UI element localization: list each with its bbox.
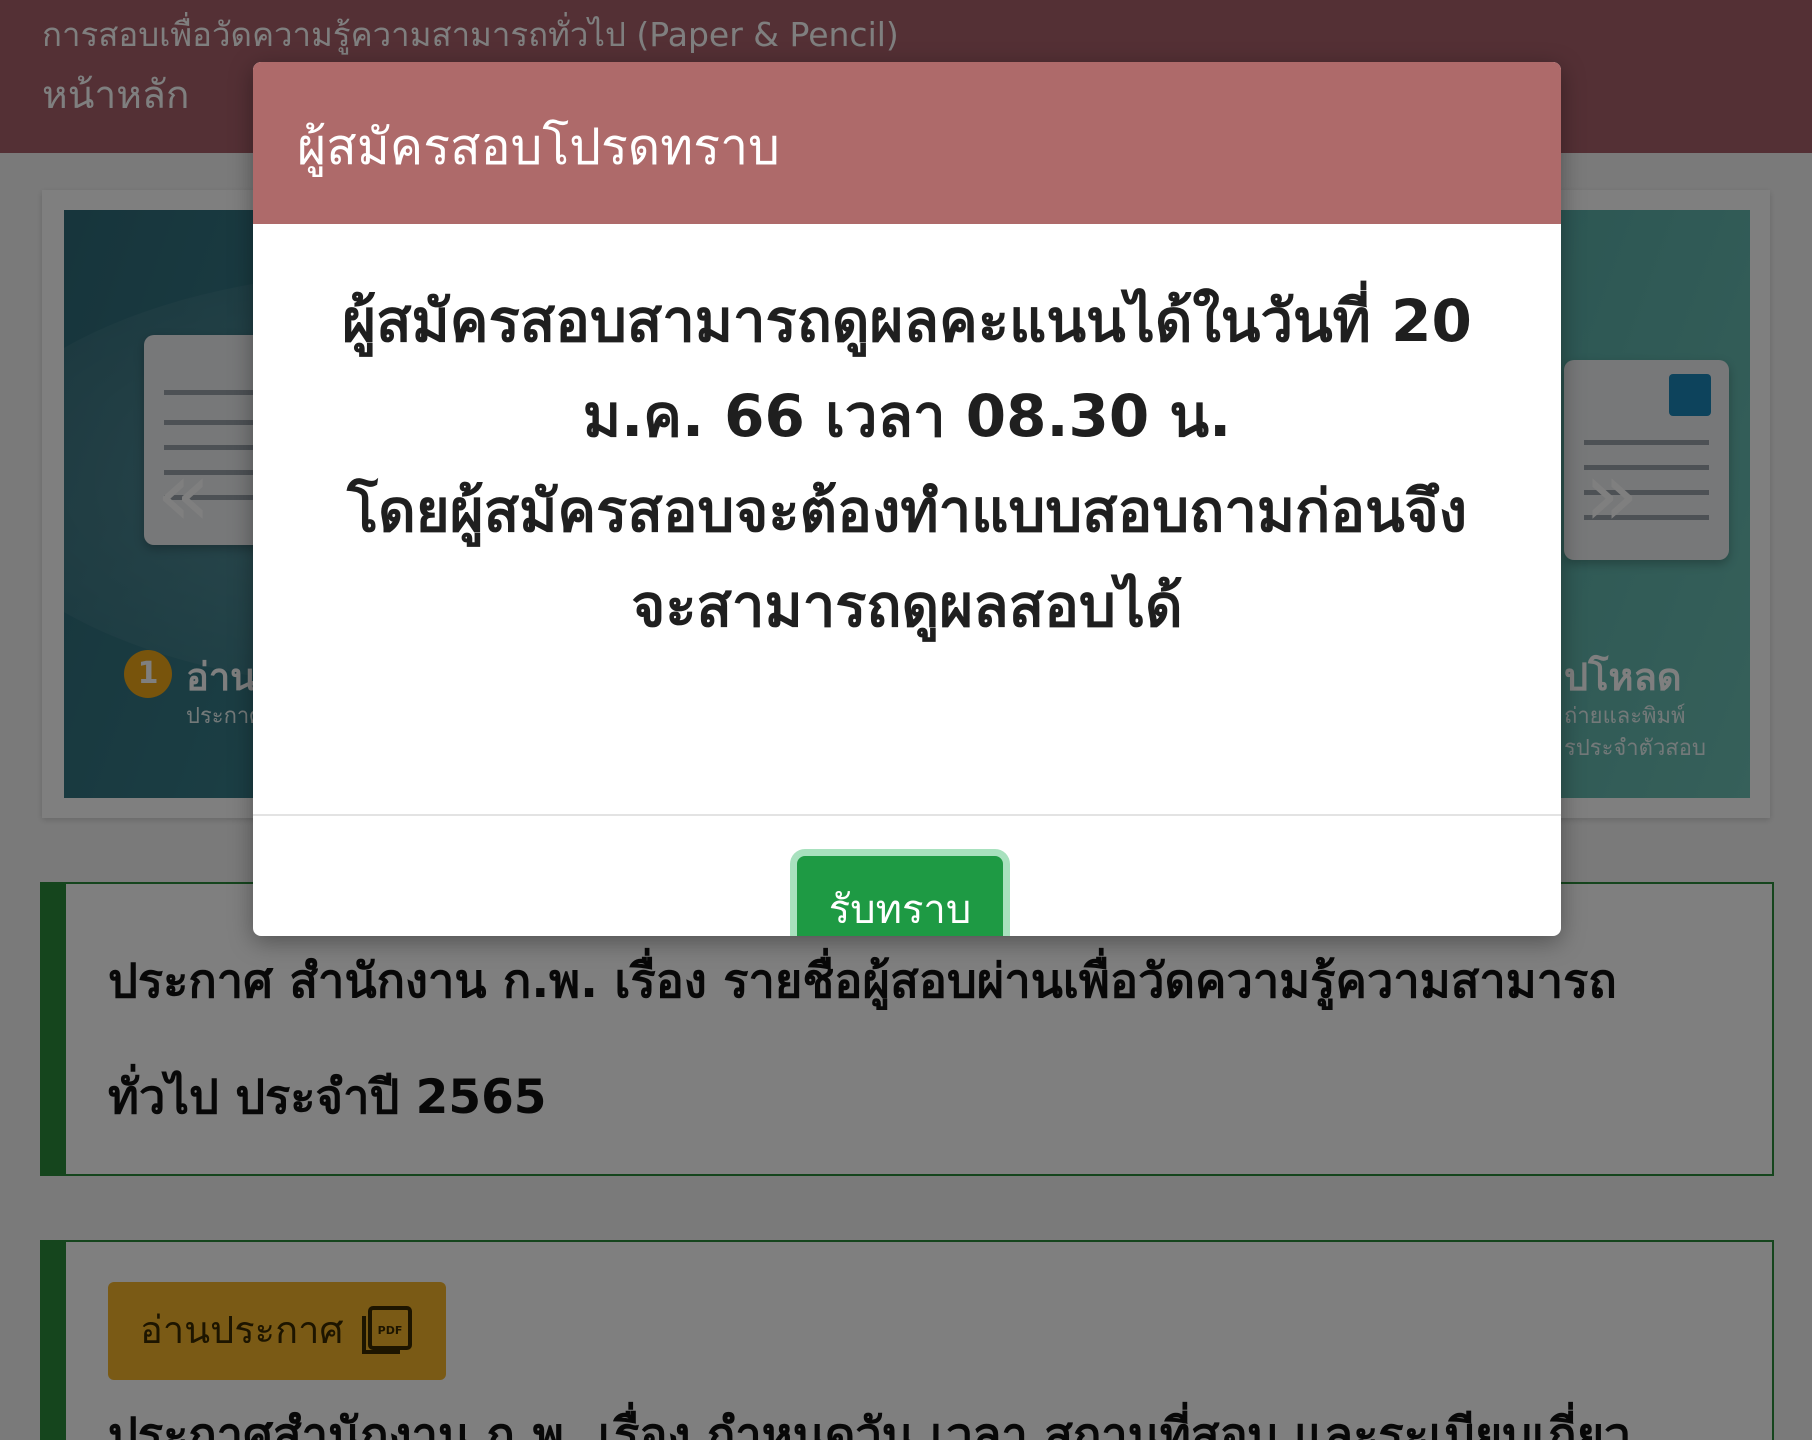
modal-message-line: โดยผู้สมัครสอบจะต้องทำแบบสอบถามก่อนจึง [346,477,1468,545]
modal-body: ผู้สมัครสอบสามารถดูผลคะแนนได้ในวันที่ 20… [253,224,1561,814]
modal-message: ผู้สมัครสอบสามารถดูผลคะแนนได้ในวันที่ 20… [293,274,1521,654]
modal-message-line: ผู้สมัครสอบสามารถดูผลคะแนนได้ในวันที่ 20 [342,287,1472,355]
notice-modal: ผู้สมัครสอบโปรดทราบ ผู้สมัครสอบสามารถดูผ… [253,62,1561,936]
modal-footer: รับทราบ [253,814,1561,936]
acknowledge-button[interactable]: รับทราบ [797,856,1003,936]
modal-header: ผู้สมัครสอบโปรดทราบ [253,62,1561,224]
modal-title: ผู้สมัครสอบโปรดทราบ [297,118,780,176]
modal-message-line: จะสามารถดูผลสอบได้ [631,572,1183,640]
modal-message-line: ม.ค. 66 เวลา 08.30 น. [582,382,1232,450]
